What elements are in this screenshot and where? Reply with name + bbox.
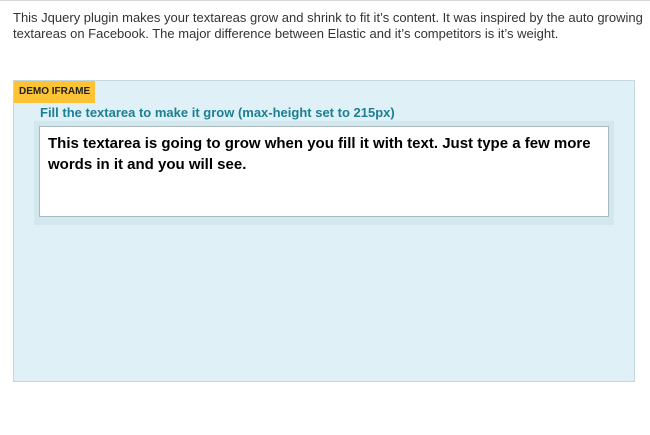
elastic-textarea[interactable]: This textarea is going to grow when you … (39, 126, 609, 217)
demo-iframe-badge: DEMO IFRAME (14, 81, 96, 103)
demo-iframe: DEMO IFRAME Fill the textarea to make it… (13, 80, 635, 382)
textarea-label: Fill the textarea to make it grow (max-h… (40, 105, 395, 120)
top-divider (0, 0, 650, 1)
plugin-description: This Jquery plugin makes your textareas … (13, 10, 643, 41)
